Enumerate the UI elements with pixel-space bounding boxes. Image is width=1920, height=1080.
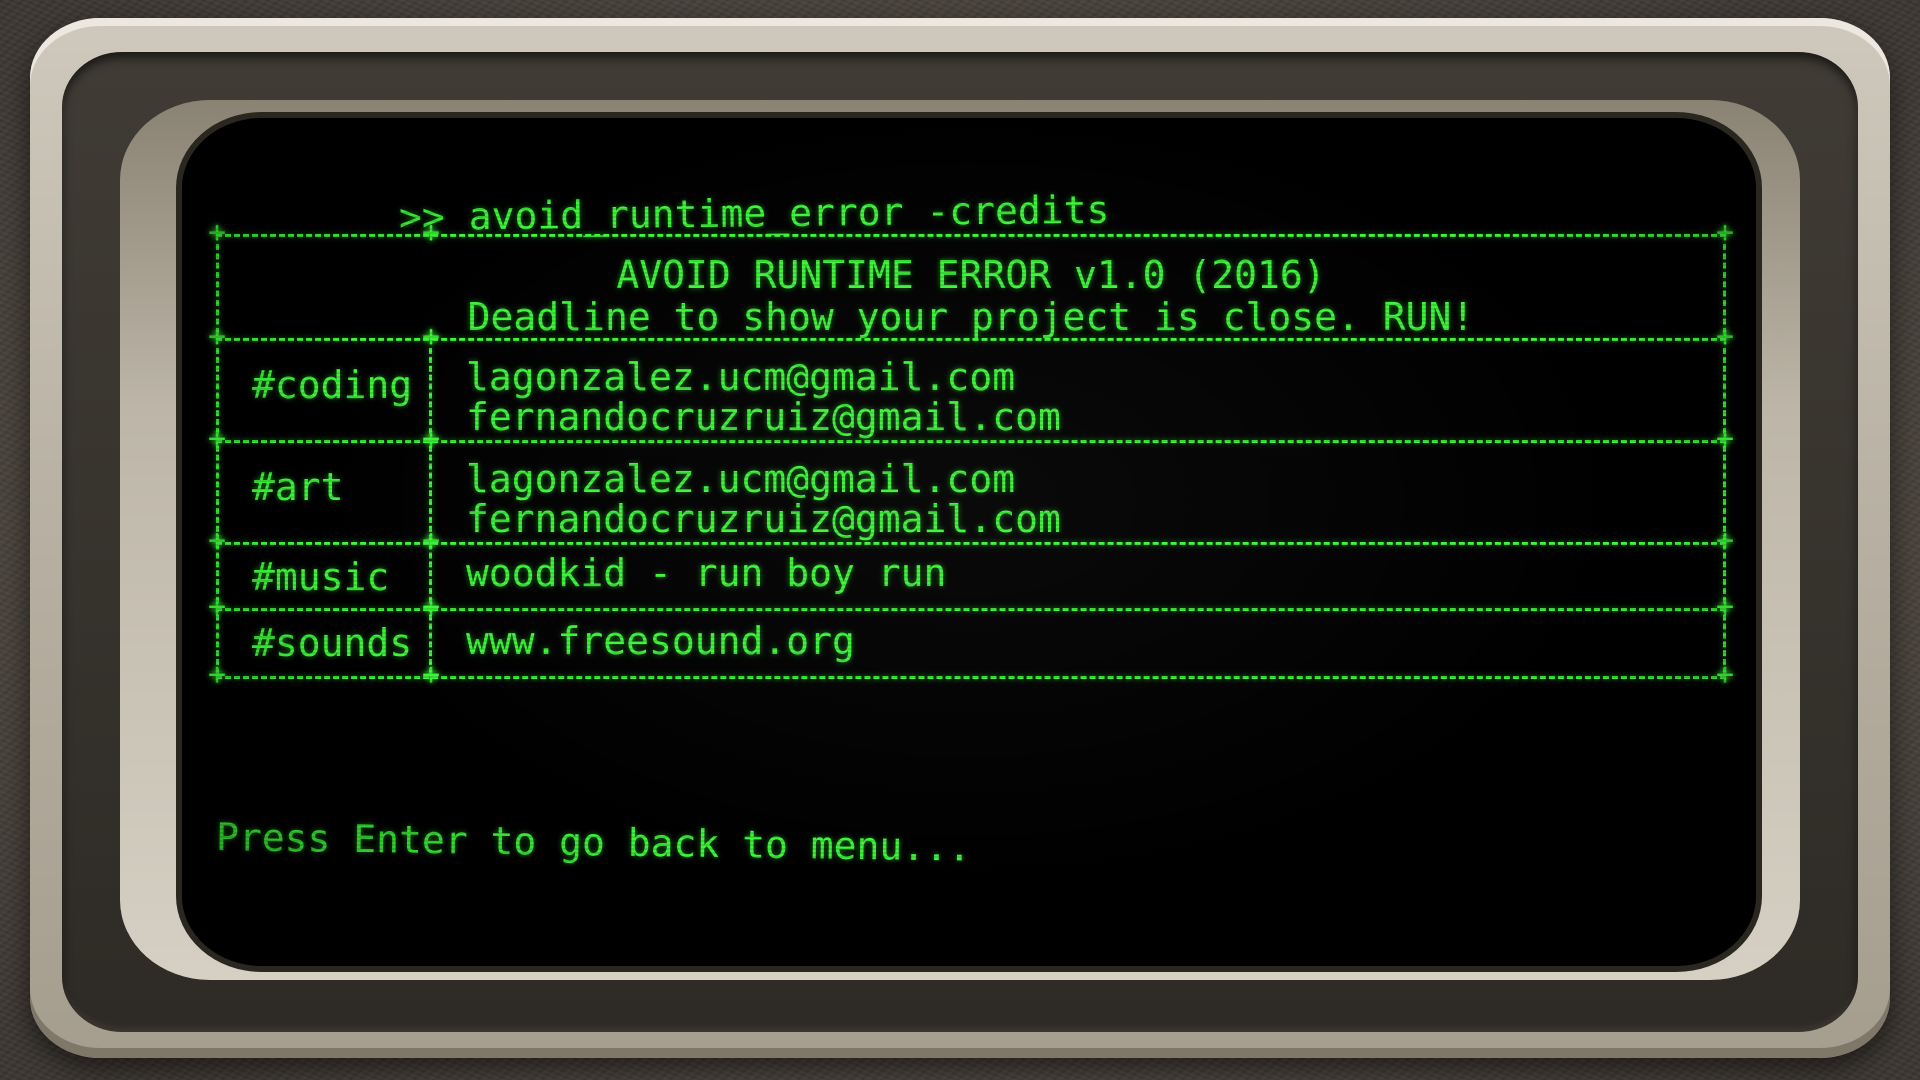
credits-title: AVOID RUNTIME ERROR v1.0 (2016) xyxy=(616,253,1326,297)
table-column-divider xyxy=(429,348,432,674)
command-text: avoid_runtime_error -credits xyxy=(468,187,1110,239)
table-border-row2: + + + xyxy=(208,523,1734,558)
credits-value-coding-2: fernandocruzruiz@gmail.com xyxy=(466,395,1061,439)
credits-value-coding-1: lagonzalez.ucm@gmail.com xyxy=(466,355,1016,399)
game-screen: >> avoid_runtime_error -credits + + + + +… xyxy=(0,0,1920,1080)
table-border-bottom: + + + xyxy=(208,657,1734,692)
credits-subtitle: Deadline to show your project is close. … xyxy=(467,295,1475,339)
table-border-row1: + + + xyxy=(208,421,1734,456)
crt-screen: >> avoid_runtime_error -credits + + + + +… xyxy=(182,118,1756,966)
table-border-left xyxy=(216,348,219,674)
back-to-menu-prompt[interactable]: Press Enter to go back to menu... xyxy=(216,815,972,870)
table-border-right xyxy=(1723,348,1726,674)
credits-value-sounds: www.freesound.org xyxy=(466,619,855,663)
credits-label-sounds: #sounds xyxy=(252,621,413,665)
table-border-row3: + + + xyxy=(208,589,1734,624)
credits-label-music: #music xyxy=(252,555,390,599)
credits-value-art-1: lagonzalez.ucm@gmail.com xyxy=(466,457,1016,501)
credits-label-coding: #coding xyxy=(252,363,413,407)
credits-value-music: woodkid - run boy run xyxy=(466,551,947,595)
table-border-top: + + + xyxy=(208,215,1734,250)
credits-value-art-2: fernandocruzruiz@gmail.com xyxy=(466,497,1061,541)
credits-label-art: #art xyxy=(252,465,344,509)
